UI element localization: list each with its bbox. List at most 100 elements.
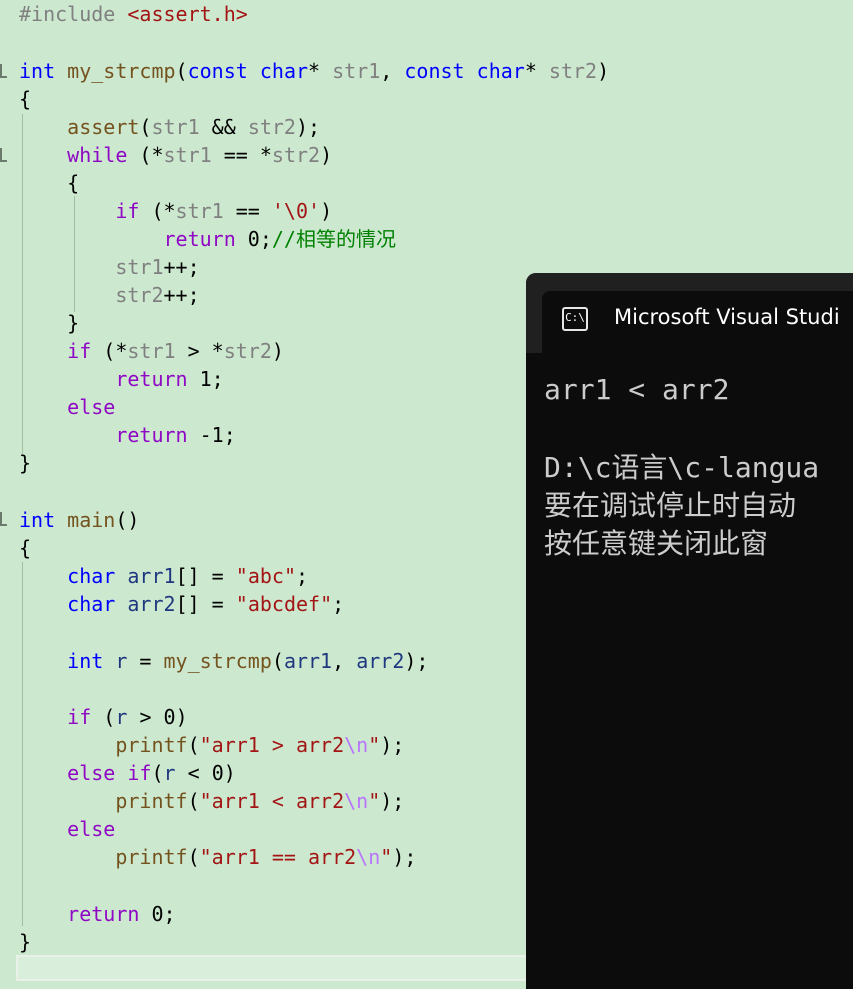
code-line-return-neg1[interactable]: return -1; bbox=[19, 421, 235, 449]
token-param: str2 bbox=[223, 339, 272, 363]
code-line-if-greater[interactable]: if (*str1 > *str2) bbox=[19, 337, 284, 365]
token-string: " bbox=[368, 733, 381, 757]
console-window[interactable]: C:\ Microsoft Visual Studi arr1 < arr2 D… bbox=[526, 273, 853, 989]
token-keyword: int bbox=[19, 508, 56, 532]
code-line-if-null[interactable]: if (*str1 == '\0') bbox=[19, 197, 332, 225]
token-string: " bbox=[368, 789, 381, 813]
token-number: 0 bbox=[247, 227, 260, 251]
token-keyword: char bbox=[259, 59, 309, 83]
token-param: str1 bbox=[115, 255, 164, 279]
code-line-while[interactable]: while (*str1 == *str2) bbox=[19, 141, 332, 169]
code-line-brace-close[interactable]: } bbox=[19, 449, 31, 477]
code-line-return-1[interactable]: return 1; bbox=[19, 365, 223, 393]
code-line-brace-open[interactable]: { bbox=[19, 85, 31, 113]
code-line-printf-lt[interactable]: printf("arr1 < arr2\n"); bbox=[19, 787, 404, 815]
token-variable: r bbox=[115, 649, 128, 673]
token-keyword: const bbox=[404, 59, 465, 83]
code-line-str1-inc[interactable]: str1++; bbox=[19, 253, 199, 281]
token-include: #include bbox=[19, 2, 116, 26]
code-line-arr2-decl[interactable]: char arr2[] = "abcdef"; bbox=[19, 590, 344, 618]
token-control: if bbox=[67, 339, 92, 363]
code-line-func-signature[interactable]: int my_strcmp(const char* str1, const ch… bbox=[19, 57, 609, 85]
token-param: str1 bbox=[151, 115, 200, 139]
token-escape: \n bbox=[344, 789, 369, 813]
token-param: str2 bbox=[247, 115, 296, 139]
token-keyword: char bbox=[476, 59, 525, 83]
token-number: 0 bbox=[211, 761, 224, 785]
code-line-arr1-decl[interactable]: char arr1[] = "abc"; bbox=[19, 562, 308, 590]
token-number: 1 bbox=[199, 367, 212, 391]
console-tab[interactable]: C:\ Microsoft Visual Studi bbox=[542, 291, 853, 353]
token-string: "arr1 < arr2 bbox=[199, 789, 345, 813]
token-string: "abc" bbox=[235, 564, 296, 588]
current-line-highlight[interactable] bbox=[16, 955, 536, 981]
console-title: Microsoft Visual Studi bbox=[614, 305, 840, 329]
console-output-message-2: 按任意键关闭此窗 bbox=[544, 527, 769, 560]
token-control: return bbox=[115, 367, 188, 391]
token-number: -1 bbox=[199, 423, 224, 447]
code-line-brace-open[interactable]: { bbox=[19, 169, 79, 197]
token-control: if bbox=[127, 761, 152, 785]
token-keyword: int bbox=[67, 649, 104, 673]
terminal-icon: C:\ bbox=[562, 307, 588, 331]
token-escape: \n bbox=[356, 845, 381, 869]
code-line-else[interactable]: else bbox=[19, 815, 115, 843]
token-param: str2 bbox=[271, 143, 321, 167]
code-line-assert[interactable]: assert(str1 && str2); bbox=[19, 113, 320, 141]
code-line-return-main[interactable]: return 0; bbox=[19, 900, 175, 928]
code-line-printf-eq[interactable]: printf("arr1 == arr2\n"); bbox=[19, 843, 416, 871]
token-header: <assert.h> bbox=[127, 2, 248, 26]
token-control: return bbox=[115, 423, 188, 447]
token-control: else bbox=[67, 395, 116, 419]
token-function-call: printf bbox=[115, 733, 188, 757]
token-number: 0 bbox=[151, 902, 164, 926]
console-output-result: arr1 < arr2 bbox=[544, 373, 730, 406]
code-line-str2-inc[interactable]: str2++; bbox=[19, 281, 199, 309]
fold-marker-while[interactable] bbox=[0, 148, 7, 162]
token-string: "arr1 > arr2 bbox=[199, 733, 345, 757]
token-param: str2 bbox=[548, 59, 598, 83]
token-escape: \n bbox=[344, 733, 369, 757]
code-line-return-0[interactable]: return 0;//相等的情况 bbox=[19, 225, 396, 253]
token-param: str1 bbox=[175, 199, 224, 223]
code-line-else[interactable]: else bbox=[19, 393, 115, 421]
token-string: "arr1 == arr2 bbox=[199, 845, 357, 869]
token-control: else bbox=[67, 817, 116, 841]
token-function-name: my_strcmp bbox=[67, 59, 176, 83]
token-number: 0 bbox=[163, 705, 176, 729]
token-variable: arr1 bbox=[127, 564, 176, 588]
token-function-call: printf bbox=[115, 789, 188, 813]
fold-marker-my-strcmp[interactable] bbox=[0, 64, 7, 78]
token-control: return bbox=[67, 902, 140, 926]
fold-marker-main[interactable] bbox=[0, 512, 7, 526]
token-variable: arr2 bbox=[356, 649, 405, 673]
token-variable: arr2 bbox=[127, 592, 176, 616]
token-param: str1 bbox=[127, 339, 176, 363]
token-variable: arr1 bbox=[283, 649, 333, 673]
token-control: while bbox=[67, 143, 128, 167]
token-keyword: char bbox=[67, 592, 116, 616]
token-string: " bbox=[380, 845, 393, 869]
code-line-include[interactable]: #include <assert.h> bbox=[19, 0, 248, 28]
code-line-brace-close[interactable]: } bbox=[19, 928, 31, 956]
code-line-printf-gt[interactable]: printf("arr1 > arr2\n"); bbox=[19, 731, 404, 759]
token-keyword: int bbox=[19, 59, 56, 83]
token-comment: //相等的情况 bbox=[271, 227, 396, 251]
token-control: return bbox=[163, 227, 236, 251]
token-function-call: printf bbox=[115, 845, 188, 869]
code-line-main-signature[interactable]: int main() bbox=[19, 506, 139, 534]
code-line-r-decl[interactable]: int r = my_strcmp(arr1, arr2); bbox=[19, 647, 428, 675]
console-titlebar[interactable]: C:\ Microsoft Visual Studi bbox=[526, 273, 853, 353]
token-control: if bbox=[67, 705, 92, 729]
console-output-message-1: 要在调试停止时自动 bbox=[544, 489, 797, 522]
code-line-if-r-gt[interactable]: if (r > 0) bbox=[19, 703, 187, 731]
code-line-brace-open[interactable]: { bbox=[19, 534, 31, 562]
token-macro: assert bbox=[67, 115, 140, 139]
token-keyword: const bbox=[187, 59, 248, 83]
code-line-else-if[interactable]: else if(r < 0) bbox=[19, 759, 236, 787]
code-line-brace-close[interactable]: } bbox=[19, 309, 79, 337]
console-output-path: D:\c语言\c-langua bbox=[544, 451, 820, 484]
token-param: str1 bbox=[163, 143, 212, 167]
token-variable: r bbox=[163, 761, 176, 785]
token-control: if bbox=[115, 199, 140, 223]
